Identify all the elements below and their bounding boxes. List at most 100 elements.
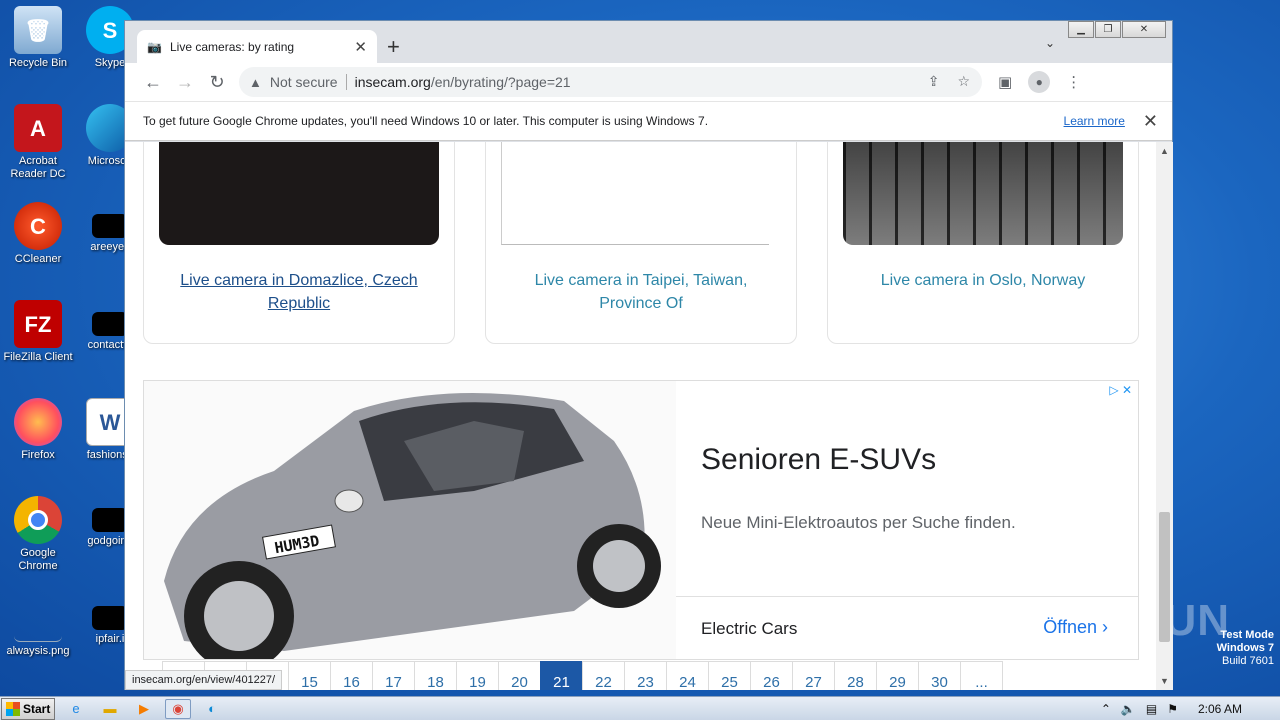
minimize-button[interactable]: ▁	[1068, 21, 1094, 38]
reload-button[interactable]: ↻	[201, 72, 233, 93]
page-link[interactable]: ...	[960, 661, 1003, 690]
camera-thumbnail[interactable]	[501, 142, 769, 245]
scroll-down-arrow-icon[interactable]: ▼	[1156, 676, 1173, 686]
chrome-taskbar-icon[interactable]: ◉	[165, 698, 191, 719]
page-link[interactable]: 17	[372, 661, 415, 690]
address-bar[interactable]: ▲ Not secure insecam.org/en/byrating/?pa…	[239, 67, 982, 97]
network-icon[interactable]: ▤	[1146, 702, 1157, 716]
internet-explorer-icon[interactable]: e	[63, 699, 89, 719]
desktop-icon-filezilla[interactable]: FZ FileZilla Client	[0, 300, 76, 364]
ad-brand[interactable]: Electric Cars	[701, 619, 797, 639]
explorer-folder-icon[interactable]: ▬	[97, 699, 123, 719]
ad-title[interactable]: Senioren E-SUVs	[701, 443, 936, 477]
window-controls: ▁ ❐ ✕	[1068, 21, 1166, 38]
system-tray: ⌃ 🔈 ▤ ⚑ 2:06 AM	[1093, 697, 1280, 720]
page-link[interactable]: 24	[666, 661, 709, 690]
recycle-bin-icon: 🗑	[14, 6, 62, 54]
update-infobar: To get future Google Chrome updates, you…	[125, 101, 1172, 141]
page-link[interactable]: 23	[624, 661, 667, 690]
restore-button[interactable]: ❐	[1095, 21, 1121, 38]
action-center-flag-icon[interactable]: ⚑	[1167, 702, 1178, 716]
start-button[interactable]: Start	[1, 697, 55, 720]
forward-button[interactable]: →	[169, 72, 201, 93]
url-path: /en/byrating/?page=21	[430, 74, 571, 90]
camera-card[interactable]: Live camera in Oslo, Norway	[827, 142, 1139, 344]
tab-live-cameras[interactable]: 📷 Live cameras: by rating ✕	[137, 30, 377, 63]
ad-divider	[676, 596, 1138, 597]
page-link[interactable]: 29	[876, 661, 919, 690]
filezilla-icon: FZ	[14, 300, 62, 348]
page-link[interactable]: 16	[330, 661, 373, 690]
page-link[interactable]: 30	[918, 661, 961, 690]
close-window-button[interactable]: ✕	[1122, 21, 1166, 38]
menu-kebab-icon[interactable]: ⋮	[1066, 73, 1081, 91]
camera-thumbnail[interactable]	[843, 142, 1123, 245]
chrome-icon	[14, 496, 62, 544]
camera-card[interactable]: Live camera in Domazlice, Czech Republic	[143, 142, 455, 344]
page-link[interactable]: 26	[750, 661, 793, 690]
camera-card[interactable]: Live camera in Taipei, Taiwan, Province …	[485, 142, 797, 344]
taskbar: Start e ▬ ▶ ◉ ◐ ⌃ 🔈 ▤ ⚑ 2:06 AM	[0, 696, 1280, 720]
ad-open-button[interactable]: Öffnen ›	[1043, 617, 1108, 638]
ad-choices-icon[interactable]: ▷ ✕	[1109, 383, 1132, 397]
page-link[interactable]: 22	[582, 661, 625, 690]
ad-car-image[interactable]: HUM3D	[144, 381, 676, 659]
edge-taskbar-icon[interactable]: ◐	[199, 699, 225, 719]
page-link[interactable]: 28	[834, 661, 877, 690]
desktop-icon-acrobat[interactable]: A Acrobat Reader DC	[0, 104, 76, 181]
tab-strip: 📷 Live cameras: by rating ✕ + ⌄ ▁ ❐ ✕	[125, 21, 1172, 63]
warning-icon[interactable]: ▲	[249, 75, 262, 90]
file-icon	[92, 606, 128, 630]
ad-description[interactable]: Neue Mini-Elektroautos per Suche finden.	[701, 513, 1016, 533]
desktop-icon-firefox[interactable]: Firefox	[0, 398, 76, 462]
desktop-icon-chrome[interactable]: Google Chrome	[0, 496, 76, 573]
profile-avatar-icon[interactable]: ●	[1028, 71, 1051, 93]
learn-more-link[interactable]: Learn more	[1064, 114, 1125, 128]
scroll-up-arrow-icon[interactable]: ▲	[1156, 146, 1173, 156]
page-link[interactable]: 21	[540, 661, 583, 690]
media-player-icon[interactable]: ▶	[131, 699, 157, 719]
scroll-thumb[interactable]	[1159, 512, 1170, 642]
page-link[interactable]: 19	[456, 661, 499, 690]
camera-link[interactable]: Live camera in Domazlice, Czech Republic	[164, 269, 434, 315]
back-button[interactable]: ←	[137, 72, 169, 93]
car-illustration: HUM3D	[164, 393, 661, 659]
page-viewport[interactable]: Live camera in Domazlice, Czech Republic…	[125, 142, 1156, 690]
acrobat-icon: A	[14, 104, 62, 152]
side-panel-icon[interactable]: ▣	[998, 73, 1012, 91]
camera-thumbnail[interactable]	[159, 142, 439, 245]
infobar-message: To get future Google Chrome updates, you…	[143, 114, 709, 128]
desktop-icon-ccleaner[interactable]: C CCleaner	[0, 202, 76, 266]
tray-expand-icon[interactable]: ⌃	[1101, 702, 1111, 716]
tab-close-icon[interactable]: ✕	[354, 38, 367, 56]
chevron-right-icon: ›	[1102, 617, 1108, 637]
page-link[interactable]: 27	[792, 661, 835, 690]
page-link[interactable]: 25	[708, 661, 751, 690]
share-icon[interactable]: ⇪	[928, 73, 940, 90]
camera-link[interactable]: Live camera in Taipei, Taiwan, Province …	[506, 269, 776, 315]
desktop-icon-alwaysis[interactable]: alwaysis.png	[0, 594, 76, 658]
page-link[interactable]: 18	[414, 661, 457, 690]
volume-icon[interactable]: 🔈	[1121, 702, 1136, 716]
clock[interactable]: 2:06 AM	[1198, 702, 1242, 716]
camera-link[interactable]: Live camera in Oslo, Norway	[848, 269, 1118, 292]
firefox-icon	[14, 398, 62, 446]
infobar-close-icon[interactable]: ✕	[1143, 111, 1158, 132]
bookmark-star-icon[interactable]: ☆	[957, 73, 970, 90]
chrome-window: 📷 Live cameras: by rating ✕ + ⌄ ▁ ❐ ✕ ← …	[124, 20, 1173, 690]
page-link[interactable]: 15	[288, 661, 331, 690]
new-tab-button[interactable]: +	[387, 34, 400, 60]
camera-favicon-icon: 📷	[147, 39, 162, 54]
desktop-icon-recycle-bin[interactable]: 🗑 Recycle Bin	[0, 6, 76, 70]
pagination: 12131415161718192021222324252627282930..…	[162, 661, 1003, 690]
page-link[interactable]: 20	[498, 661, 541, 690]
windows-logo-icon	[6, 701, 20, 716]
not-secure-label[interactable]: Not secure	[270, 74, 347, 90]
image-icon	[14, 594, 62, 642]
advertisement[interactable]: HUM3D ▷ ✕ Senioren E-SUVs Neue Mini-Elek…	[143, 380, 1139, 660]
file-icon	[92, 508, 128, 532]
status-bubble: insecam.org/en/view/401227/	[125, 670, 283, 690]
tab-search-button[interactable]: ⌄	[1045, 36, 1055, 50]
page-scrollbar[interactable]: ▲ ▼	[1156, 142, 1173, 690]
tab-title: Live cameras: by rating	[170, 39, 295, 54]
